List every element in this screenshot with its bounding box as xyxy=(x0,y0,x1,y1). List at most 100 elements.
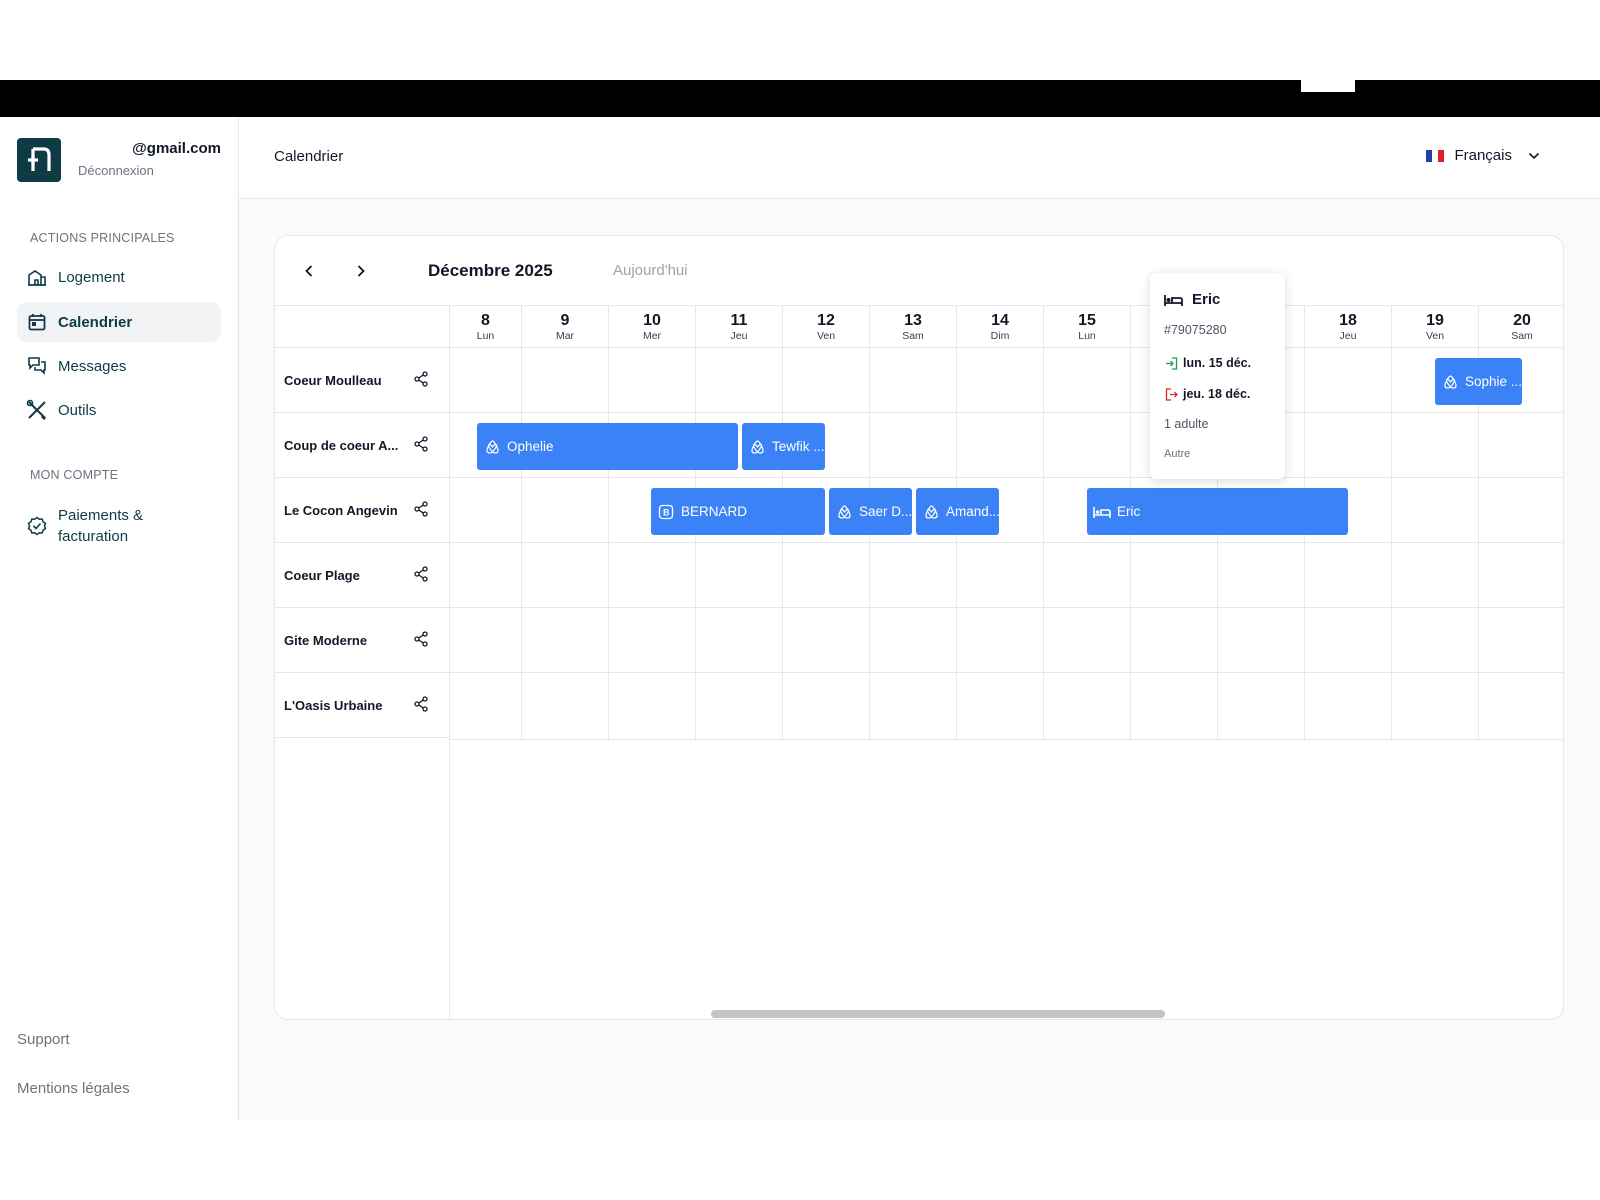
sidebar-item-label: Messages xyxy=(58,357,127,375)
support-link[interactable]: Support xyxy=(17,1031,70,1048)
popup-checkout-date: jeu. 18 déc. xyxy=(1183,387,1251,401)
day-name: Mer xyxy=(642,330,662,342)
popup-checkin-date: lun. 15 déc. xyxy=(1183,356,1252,370)
sidebar-item-logement[interactable]: Logement xyxy=(17,257,221,297)
day-name: Dim xyxy=(990,330,1010,342)
sidebar-item-calendrier[interactable]: Calendrier xyxy=(17,302,221,342)
booking-label: Amand... xyxy=(946,504,999,519)
day-number: 20 xyxy=(1513,312,1531,329)
chevron-down-icon xyxy=(1528,152,1540,160)
airbnb-icon xyxy=(922,503,940,521)
popup-title: Eric xyxy=(1164,291,1220,308)
property-column-divider xyxy=(449,348,450,1019)
day-header: 10 Mer xyxy=(608,306,695,348)
checkout-icon xyxy=(1164,387,1178,401)
property-row[interactable]: Coeur Plage xyxy=(275,543,449,608)
day-name: Sam xyxy=(902,330,924,342)
booking-bar[interactable]: Tewfik ... xyxy=(742,423,825,470)
property-name: Gite Moderne xyxy=(284,632,368,648)
grid-column-line xyxy=(1478,348,1479,740)
airbnb-icon xyxy=(1441,373,1459,391)
property-row[interactable]: Coeur Moulleau xyxy=(275,348,449,413)
day-number: 19 xyxy=(1426,312,1444,329)
property-row[interactable]: Le Cocon Angevin xyxy=(275,478,449,543)
day-number: 8 xyxy=(481,312,490,329)
legal-link[interactable]: Mentions légales xyxy=(17,1080,130,1097)
day-header: 13 Sam xyxy=(869,306,956,348)
property-name: L'Oasis Urbaine xyxy=(284,697,383,713)
share-icon[interactable] xyxy=(413,566,429,587)
bed-icon xyxy=(1093,503,1111,521)
app-root: @gmail.com Déconnexion ACTIONS PRINCIPAL… xyxy=(0,117,1600,1120)
day-header: 15 Lun xyxy=(1043,306,1130,348)
grid-column-line xyxy=(1304,348,1305,740)
sidebar-item-label: Logement xyxy=(58,268,125,286)
day-name: Lun xyxy=(476,330,495,342)
logout-link[interactable]: Déconnexion xyxy=(78,163,154,178)
day-number: 12 xyxy=(817,312,835,329)
day-number: 15 xyxy=(1078,312,1096,329)
day-name: Sam xyxy=(1511,330,1533,342)
booking-bar[interactable]: Saer D... xyxy=(829,488,912,535)
grid-column-line xyxy=(1391,348,1392,740)
grid-row-line xyxy=(449,672,1563,673)
french-flag-icon xyxy=(1426,149,1445,162)
day-name: Mar xyxy=(555,330,575,342)
grid-column-line xyxy=(782,348,783,740)
top-black-bar xyxy=(0,80,1600,117)
property-row[interactable]: L'Oasis Urbaine xyxy=(275,673,449,738)
language-selector[interactable]: Français xyxy=(1426,147,1540,164)
month-label: Décembre 2025 xyxy=(428,261,553,280)
day-name: Jeu xyxy=(730,330,748,342)
sidebar-item-paiements[interactable]: Paiements & facturation xyxy=(17,499,221,553)
day-number: 9 xyxy=(560,312,570,329)
booking-bar[interactable]: Sophie ... xyxy=(1435,358,1522,405)
day-number: 11 xyxy=(730,312,748,329)
header: Calendrier Français xyxy=(239,117,1600,199)
popup-guest-name: Eric xyxy=(1192,291,1221,308)
booking-bar[interactable]: Ophelie xyxy=(477,423,738,470)
property-row[interactable]: Gite Moderne xyxy=(275,608,449,673)
sidebar-item-label-line1: Paiements & xyxy=(58,507,144,524)
badge-check-icon xyxy=(26,515,48,537)
calendar-icon xyxy=(26,311,48,333)
horizontal-scrollbar[interactable] xyxy=(711,1010,1165,1018)
booking-bar[interactable]: B BERNARD xyxy=(651,488,825,535)
day-name: Ven xyxy=(816,330,836,342)
share-icon[interactable] xyxy=(413,371,429,392)
day-number: 13 xyxy=(904,312,922,329)
logo-icon xyxy=(28,147,51,171)
share-icon[interactable] xyxy=(413,436,429,457)
checkin-icon xyxy=(1164,356,1178,370)
day-header: 14 Dim xyxy=(956,306,1043,348)
section-title-main: ACTIONS PRINCIPALES xyxy=(30,231,175,245)
share-icon[interactable] xyxy=(413,631,429,652)
top-bar-notch xyxy=(1301,80,1355,92)
today-button[interactable]: Aujourd'hui xyxy=(613,262,688,279)
popup-guests: 1 adulte xyxy=(1164,417,1209,431)
prev-month-button[interactable] xyxy=(296,258,322,284)
app-logo[interactable] xyxy=(17,138,61,182)
day-header: 18 Jeu xyxy=(1304,306,1391,348)
booking-bar[interactable]: Eric xyxy=(1087,488,1348,535)
share-icon[interactable] xyxy=(413,696,429,717)
property-name: Coup de coeur A... xyxy=(284,437,399,453)
grid-row-line xyxy=(449,412,1563,413)
section-title-account: MON COMPTE xyxy=(30,468,119,482)
sidebar-item-outils[interactable]: Outils xyxy=(17,390,221,430)
user-email: @gmail.com xyxy=(132,140,221,157)
sidebar-item-messages[interactable]: Messages xyxy=(17,346,221,386)
property-name: Coeur Plage xyxy=(284,567,360,583)
booking-bar[interactable]: Amand... xyxy=(916,488,999,535)
tools-icon xyxy=(26,399,48,421)
main-content: Décembre 2025 Aujourd'hui 8 Lun 9 Mar 10 Me… xyxy=(239,199,1600,1120)
airbnb-icon xyxy=(748,438,766,456)
grid-row-line xyxy=(449,542,1563,543)
sidebar-item-label: Paiements & facturation xyxy=(58,505,143,547)
booking-label: Sophie ... xyxy=(1465,374,1522,389)
share-icon[interactable] xyxy=(413,501,429,522)
bed-icon xyxy=(1164,293,1183,307)
next-month-button[interactable] xyxy=(348,258,374,284)
airbnb-icon xyxy=(483,438,501,456)
property-row[interactable]: Coup de coeur A... xyxy=(275,413,449,478)
